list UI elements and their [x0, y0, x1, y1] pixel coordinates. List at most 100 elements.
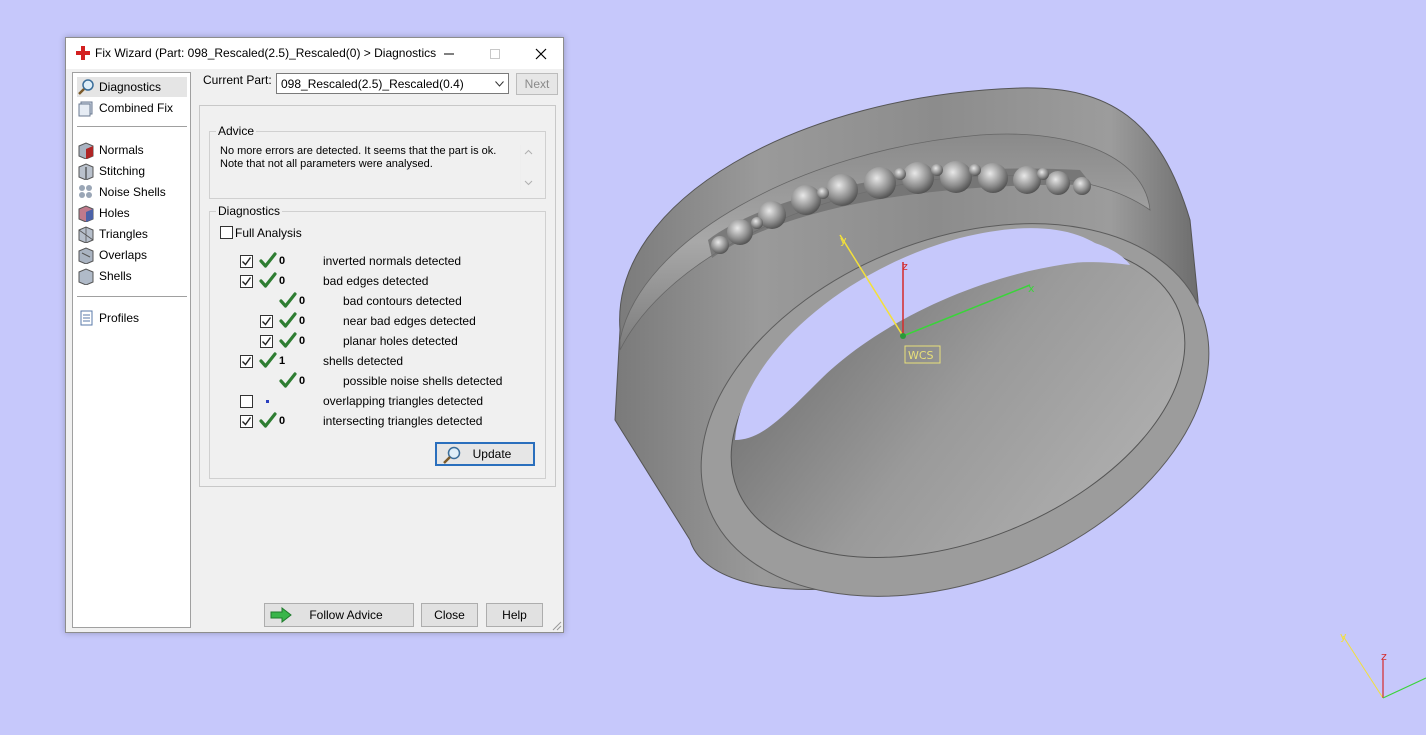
diagnostic-count: 0: [299, 315, 306, 327]
resize-grip-icon[interactable]: [552, 621, 562, 631]
diagnostic-checkbox[interactable]: [240, 355, 253, 368]
advice-line-1: No more errors are detected. It seems th…: [220, 145, 497, 157]
noise-shells-icon: [77, 183, 95, 201]
next-button-label: Next: [524, 77, 550, 91]
nav-item-overlaps[interactable]: Overlaps: [77, 245, 187, 265]
chevron-down-icon: [495, 81, 504, 87]
scroll-down-icon: [524, 180, 533, 186]
advice-scrollbar[interactable]: [520, 145, 535, 190]
minimize-button[interactable]: [426, 38, 472, 69]
full-analysis-checkbox[interactable]: [220, 226, 233, 239]
diagnostic-label: shells detected: [323, 354, 404, 368]
nav-label: Noise Shells: [99, 185, 166, 199]
diagnostic-count: 1: [279, 355, 286, 367]
axis-y-label: y: [840, 234, 847, 247]
checkmark-icon: [242, 257, 252, 266]
current-part-label: Current Part:: [203, 73, 272, 87]
nav-label: Diagnostics: [99, 80, 162, 94]
maximize-button[interactable]: [472, 38, 518, 69]
combined-fix-icon: [77, 99, 95, 117]
diagnostic-checkbox[interactable]: [240, 255, 253, 268]
nav-item-diagnostics[interactable]: Diagnostics: [77, 77, 187, 97]
help-button-label: Help: [502, 608, 527, 622]
diagnostic-label: near bad edges detected: [343, 314, 476, 328]
close-button-label: Close: [434, 608, 465, 622]
nav-item-normals[interactable]: Normals: [77, 140, 187, 160]
current-part-dropdown[interactable]: 098_Rescaled(2.5)_Rescaled(0.4): [276, 73, 509, 94]
diagnostic-count: 0: [279, 255, 286, 267]
scroll-up-icon: [524, 149, 533, 155]
profiles-icon: [77, 309, 95, 327]
triad-z-label: z: [1381, 650, 1387, 663]
green-arrow-icon: [270, 607, 292, 623]
title-bar[interactable]: Fix Wizard (Part: 098_Rescaled(2.5)_Resc…: [66, 38, 563, 69]
checkmark-icon: [242, 277, 252, 286]
current-part-value: 098_Rescaled(2.5)_Rescaled(0.4): [281, 77, 464, 91]
magnifier-icon: [443, 446, 461, 464]
axis-x-label: x: [1028, 282, 1035, 295]
wcs-label: WCS: [908, 349, 934, 362]
shells-icon: [77, 267, 95, 285]
diagnostic-count: 0: [299, 335, 306, 347]
advice-line-2: Note that not all parameters were analys…: [220, 158, 433, 170]
close-window-button[interactable]: [518, 38, 564, 69]
nav-item-stitching[interactable]: Stitching: [77, 161, 187, 181]
green-check-icon: [279, 312, 297, 328]
overlaps-icon: [77, 246, 95, 264]
ring-model: [614, 87, 1210, 597]
advice-text: No more errors are detected. It seems th…: [220, 145, 510, 171]
next-button[interactable]: Next: [516, 73, 558, 95]
update-button-label: Update: [472, 447, 512, 461]
diagnostic-count: 0: [299, 375, 306, 387]
minimize-icon: [444, 53, 454, 54]
nav-label: Overlaps: [99, 248, 148, 262]
diagnostic-label: planar holes detected: [343, 334, 458, 348]
nav-item-combined-fix[interactable]: Combined Fix: [77, 98, 187, 118]
full-analysis-label: Full Analysis: [235, 226, 302, 240]
window-title: Fix Wizard (Part: 098_Rescaled(2.5)_Resc…: [95, 46, 437, 60]
stitching-icon: [77, 162, 95, 180]
nav-label: Shells: [99, 269, 132, 283]
green-check-icon: [279, 372, 297, 388]
orientation-triad: y z: [1340, 630, 1426, 699]
green-check-icon: [259, 252, 277, 268]
diagnostic-label: possible noise shells detected: [343, 374, 503, 388]
diagnostic-checkbox[interactable]: [260, 315, 273, 328]
fix-wizard-dialog: Fix Wizard (Part: 098_Rescaled(2.5)_Resc…: [65, 37, 564, 633]
nav-label: Triangles: [99, 227, 148, 241]
nav-item-holes[interactable]: Holes: [77, 203, 187, 223]
diagnostic-checkbox[interactable]: [260, 335, 273, 348]
nav-item-shells[interactable]: Shells: [77, 266, 187, 286]
follow-advice-button[interactable]: Follow Advice: [264, 603, 414, 627]
green-check-icon: [279, 292, 297, 308]
nav-item-noise-shells[interactable]: Noise Shells: [77, 182, 187, 202]
diagnostic-label: inverted normals detected: [323, 254, 462, 268]
wizard-nav: Diagnostics Combined Fix Normals Stitchi…: [72, 72, 191, 628]
diagnostic-count: 0: [279, 275, 286, 287]
green-check-icon: [259, 352, 277, 368]
green-check-icon: [259, 272, 277, 288]
help-button[interactable]: Help: [486, 603, 543, 627]
nav-item-triangles[interactable]: Triangles: [77, 224, 187, 244]
update-button[interactable]: Update: [435, 442, 535, 466]
diagnostic-checkbox[interactable]: [240, 415, 253, 428]
diagnostic-label: intersecting triangles detected: [323, 414, 483, 428]
diagnostics-legend: Diagnostics: [216, 204, 283, 218]
axis-z-label: z: [902, 260, 908, 273]
triangles-icon: [77, 225, 95, 243]
nav-separator: [77, 296, 187, 297]
nav-label: Profiles: [99, 311, 140, 325]
red-cross-icon: [76, 46, 90, 60]
close-button[interactable]: Close: [421, 603, 478, 627]
diagnostic-label: overlapping triangles detected: [323, 394, 484, 408]
diagnostic-checkbox[interactable]: [240, 275, 253, 288]
holes-icon: [77, 204, 95, 222]
green-check-icon: [259, 412, 277, 428]
follow-advice-label: Follow Advice: [309, 608, 383, 622]
nav-item-profiles[interactable]: Profiles: [77, 308, 187, 328]
green-check-icon: [279, 332, 297, 348]
pending-dot-icon: [266, 400, 269, 403]
diagnostic-checkbox[interactable]: [240, 395, 253, 408]
nav-label: Combined Fix: [99, 101, 174, 115]
nav-label: Normals: [99, 143, 144, 157]
